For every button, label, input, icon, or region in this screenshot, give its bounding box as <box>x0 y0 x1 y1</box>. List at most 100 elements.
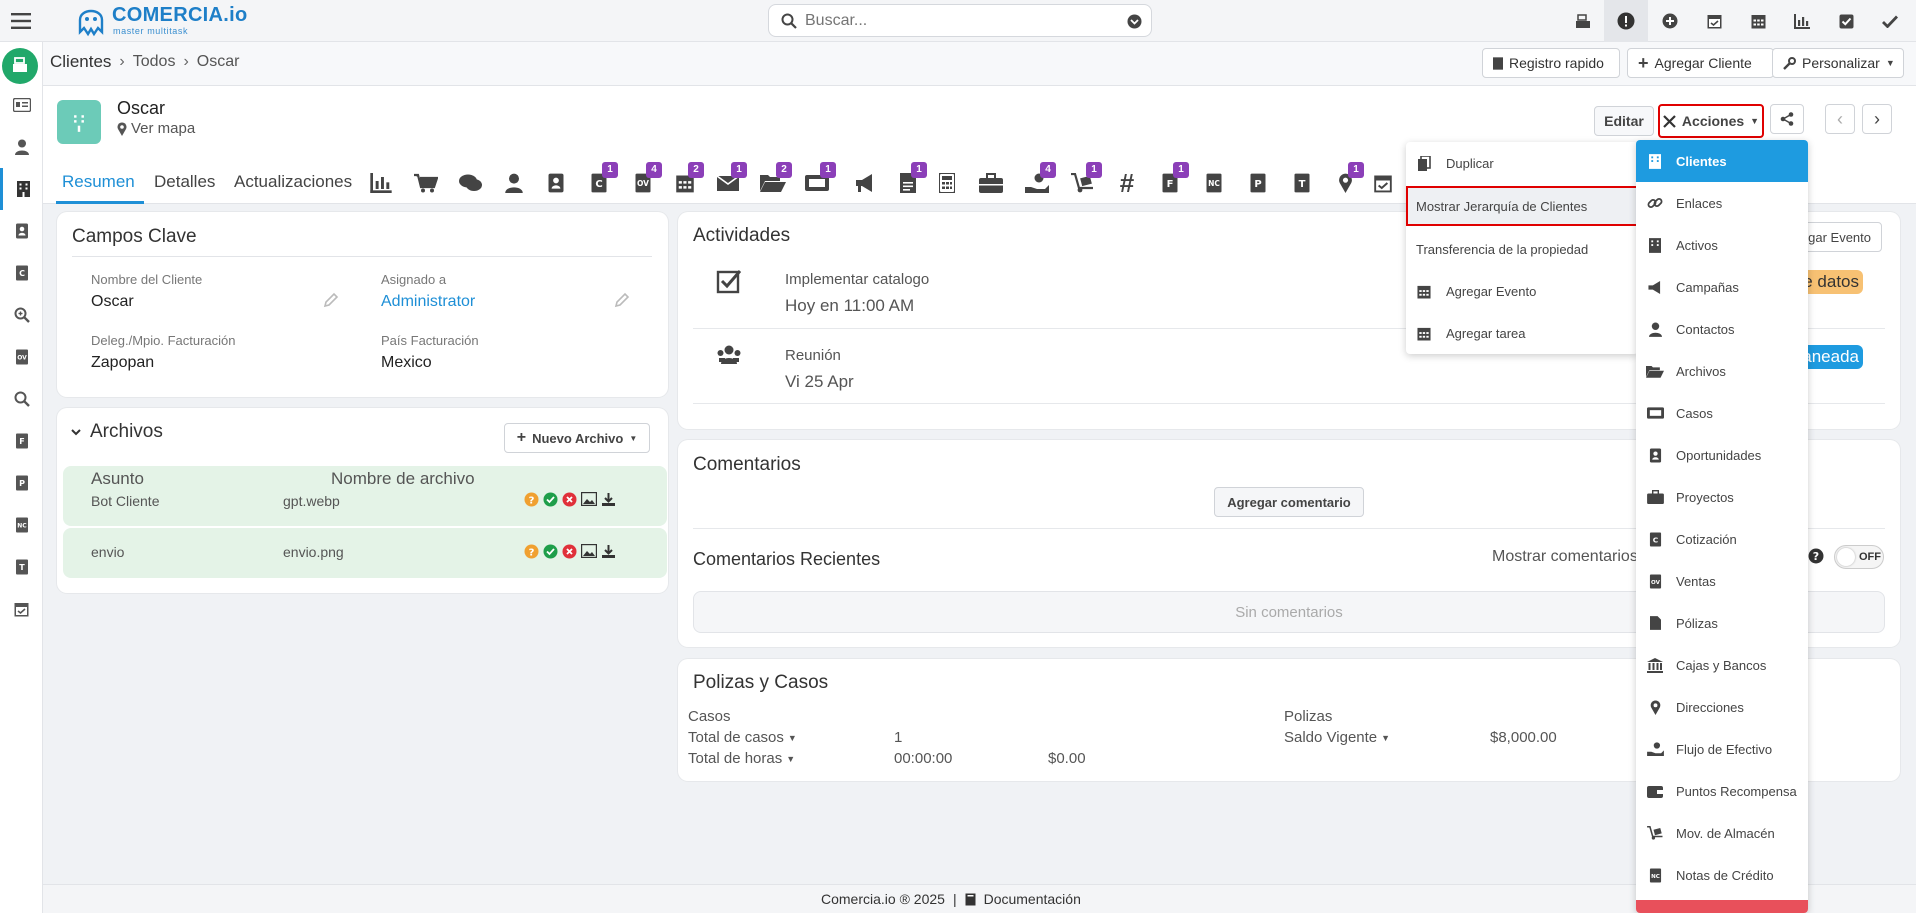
actions-button[interactable]: Acciones ▼ <box>1658 104 1764 138</box>
tab-cases[interactable]: 1 <box>800 162 836 200</box>
tab-warehouse[interactable]: 1 <box>1066 162 1102 200</box>
prev-record-button[interactable]: ‹ <box>1825 104 1855 134</box>
hamburger-menu-icon[interactable] <box>8 8 34 34</box>
download-icon[interactable] <box>601 544 616 559</box>
tab-address-book[interactable] <box>539 166 573 200</box>
sidebar-item-search[interactable] <box>0 294 43 336</box>
activity-title[interactable]: Implementar catalogo <box>785 271 929 288</box>
tab-quotes[interactable]: C1 <box>582 162 618 200</box>
sidebar-item-orders[interactable]: OV <box>0 336 43 378</box>
x-circle-icon[interactable] <box>562 492 577 507</box>
add-client-button[interactable]: + Agregar Cliente <box>1627 48 1774 78</box>
menu-item-policies[interactable]: Pólizas <box>1636 602 1808 644</box>
activity-title[interactable]: Reunión <box>785 347 841 364</box>
tab-activities[interactable] <box>1366 166 1400 200</box>
menu-item-files[interactable]: Archivos <box>1636 350 1808 392</box>
search-input[interactable] <box>805 12 1105 30</box>
menu-item-rewards[interactable]: Puntos Recompensa <box>1636 770 1808 812</box>
cash-register-icon[interactable] <box>1561 0 1605 42</box>
tab-calculator[interactable] <box>930 166 964 200</box>
total-hours-dropdown[interactable]: Total de horas ▼ <box>688 750 795 767</box>
menu-item-quotes[interactable]: C Cotización <box>1636 518 1808 560</box>
sidebar-item-clients[interactable] <box>0 168 43 210</box>
alert-icon[interactable] <box>1604 0 1648 42</box>
menu-item-sales[interactable]: OV Ventas <box>1636 560 1808 602</box>
menu-item-credit-notes[interactable]: NC Notas de Crédito <box>1636 854 1808 896</box>
tab-chat[interactable] <box>454 166 488 200</box>
question-circle-icon[interactable]: ? <box>524 492 539 507</box>
sidebar-item-search-2[interactable] <box>0 378 43 420</box>
bar-chart-icon[interactable] <box>1780 0 1824 42</box>
menu-item-projects[interactable]: Proyectos <box>1636 476 1808 518</box>
tab-emails[interactable]: 1 <box>711 162 747 200</box>
tab-cart[interactable] <box>409 166 443 200</box>
add-comment-button[interactable]: Agregar comentario <box>1214 487 1364 517</box>
menu-item-show-hierarchy[interactable]: Mostrar Jerarquía de Clientes <box>1406 186 1638 226</box>
check-circle-icon[interactable] <box>543 544 558 559</box>
image-icon[interactable] <box>581 544 597 559</box>
download-icon[interactable] <box>601 492 616 507</box>
tab-transfers[interactable]: T <box>1285 166 1319 200</box>
menu-item-cases[interactable]: Casos <box>1636 392 1808 434</box>
sidebar-item-credit-notes[interactable]: NC <box>0 504 43 546</box>
menu-item-duplicate[interactable]: Duplicar <box>1406 142 1638 184</box>
menu-item-addresses[interactable]: Direcciones <box>1636 686 1808 728</box>
breadcrumb-level[interactable]: Todos <box>133 53 176 71</box>
quick-register-button[interactable]: Registro rapido <box>1482 48 1620 78</box>
new-file-button[interactable]: + Nuevo Archivo ▼ <box>504 423 650 453</box>
sidebar-item-payments[interactable]: P <box>0 462 43 504</box>
tab-calendar[interactable]: 2 <box>668 162 704 200</box>
tab-credit-notes[interactable]: NC <box>1197 166 1231 200</box>
menu-item-partial[interactable] <box>1636 900 1808 913</box>
tab-invoices[interactable]: F1 <box>1153 162 1189 200</box>
menu-item-contacts[interactable]: Contactos <box>1636 308 1808 350</box>
tab-summary[interactable]: Resumen <box>62 172 135 192</box>
sidebar-item-quotes[interactable]: C <box>0 252 43 294</box>
sidebar-item-address-book[interactable] <box>0 210 43 252</box>
calendar-check-icon[interactable] <box>1692 0 1736 42</box>
x-circle-icon[interactable] <box>562 544 577 559</box>
breadcrumb-root[interactable]: Clientes <box>50 52 111 72</box>
tab-details[interactable]: Detalles <box>154 172 215 192</box>
tab-projects[interactable] <box>974 166 1008 200</box>
question-circle-icon[interactable]: ? <box>1808 548 1824 564</box>
calendar-icon[interactable] <box>1736 0 1780 42</box>
tab-campaigns[interactable] <box>848 166 882 200</box>
edit-button[interactable]: Editar <box>1594 106 1654 136</box>
chevron-down-circle-icon[interactable] <box>1127 14 1142 29</box>
tab-updates[interactable]: Actualizaciones <box>234 172 352 192</box>
menu-item-warehouse[interactable]: Mov. de Almacén <box>1636 812 1808 854</box>
tab-payments[interactable]: P <box>1241 166 1275 200</box>
menu-item-cashflow[interactable]: Flujo de Efectivo <box>1636 728 1808 770</box>
sidebar-item-contacts[interactable] <box>0 126 43 168</box>
search-box[interactable] <box>768 4 1152 37</box>
menu-item-assets[interactable]: Activos <box>1636 224 1808 266</box>
docs-link[interactable]: Documentación <box>984 891 1081 907</box>
file-name[interactable]: envio.png <box>283 544 344 560</box>
menu-item-opportunities[interactable]: Oportunidades <box>1636 434 1808 476</box>
sidebar-item-id-card[interactable] <box>0 84 43 126</box>
plus-circle-icon[interactable] <box>1648 0 1692 42</box>
checkbox-icon[interactable] <box>1824 0 1868 42</box>
tab-reports[interactable] <box>364 166 398 200</box>
tab-contacts[interactable] <box>497 166 531 200</box>
total-cases-dropdown[interactable]: Total de casos ▼ <box>688 729 797 746</box>
comments-toggle[interactable]: OFF <box>1834 545 1884 569</box>
sidebar-item-calendar[interactable] <box>0 588 43 630</box>
assigned-value[interactable]: Administrator <box>381 293 475 311</box>
chevron-down-icon[interactable] <box>70 426 82 438</box>
tab-policies[interactable]: 1 <box>891 162 927 200</box>
image-icon[interactable] <box>581 492 597 507</box>
tab-files[interactable]: 2 <box>756 162 792 200</box>
check-icon[interactable] <box>1868 0 1912 42</box>
next-record-button[interactable]: › <box>1862 104 1892 134</box>
menu-item-links[interactable]: Enlaces <box>1636 182 1808 224</box>
map-link[interactable]: Ver mapa <box>117 120 195 137</box>
file-name[interactable]: gpt.webp <box>283 493 340 509</box>
app-switcher-icon[interactable] <box>2 48 38 84</box>
menu-item-add-event[interactable]: Agregar Evento <box>1406 270 1638 312</box>
menu-item-add-task[interactable]: Agregar tarea <box>1406 312 1638 354</box>
tab-cashflow[interactable]: 4 <box>1020 162 1056 200</box>
tab-addresses[interactable]: 1 <box>1328 162 1364 200</box>
balance-dropdown[interactable]: Saldo Vigente ▼ <box>1284 729 1390 746</box>
